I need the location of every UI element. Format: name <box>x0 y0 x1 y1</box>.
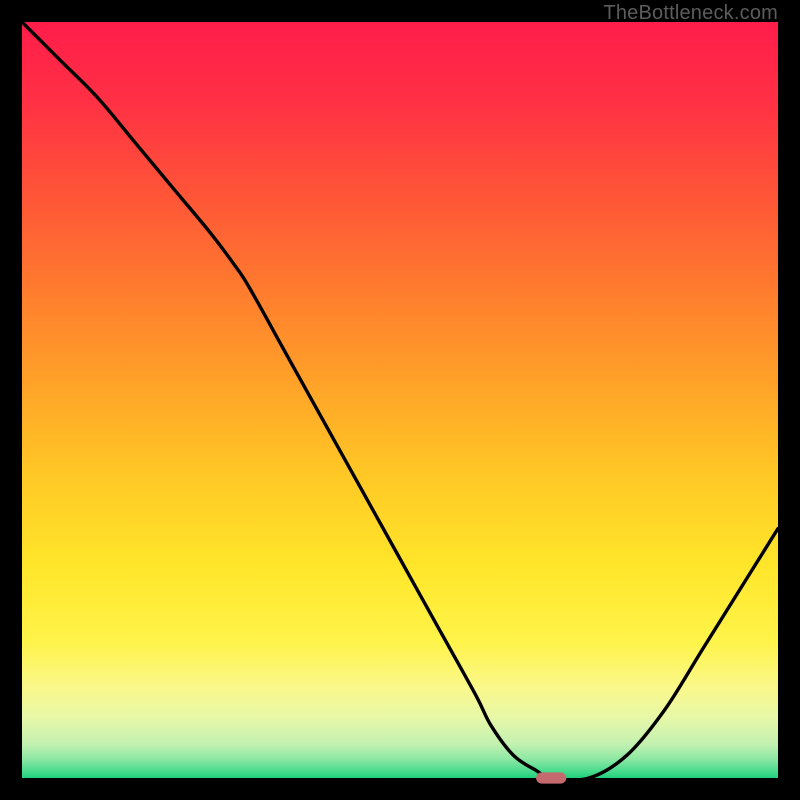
plot-area <box>22 22 778 778</box>
optimal-marker <box>536 772 566 783</box>
chart-svg <box>22 22 778 778</box>
bottleneck-curve <box>22 22 778 780</box>
chart-frame: TheBottleneck.com <box>0 0 800 800</box>
